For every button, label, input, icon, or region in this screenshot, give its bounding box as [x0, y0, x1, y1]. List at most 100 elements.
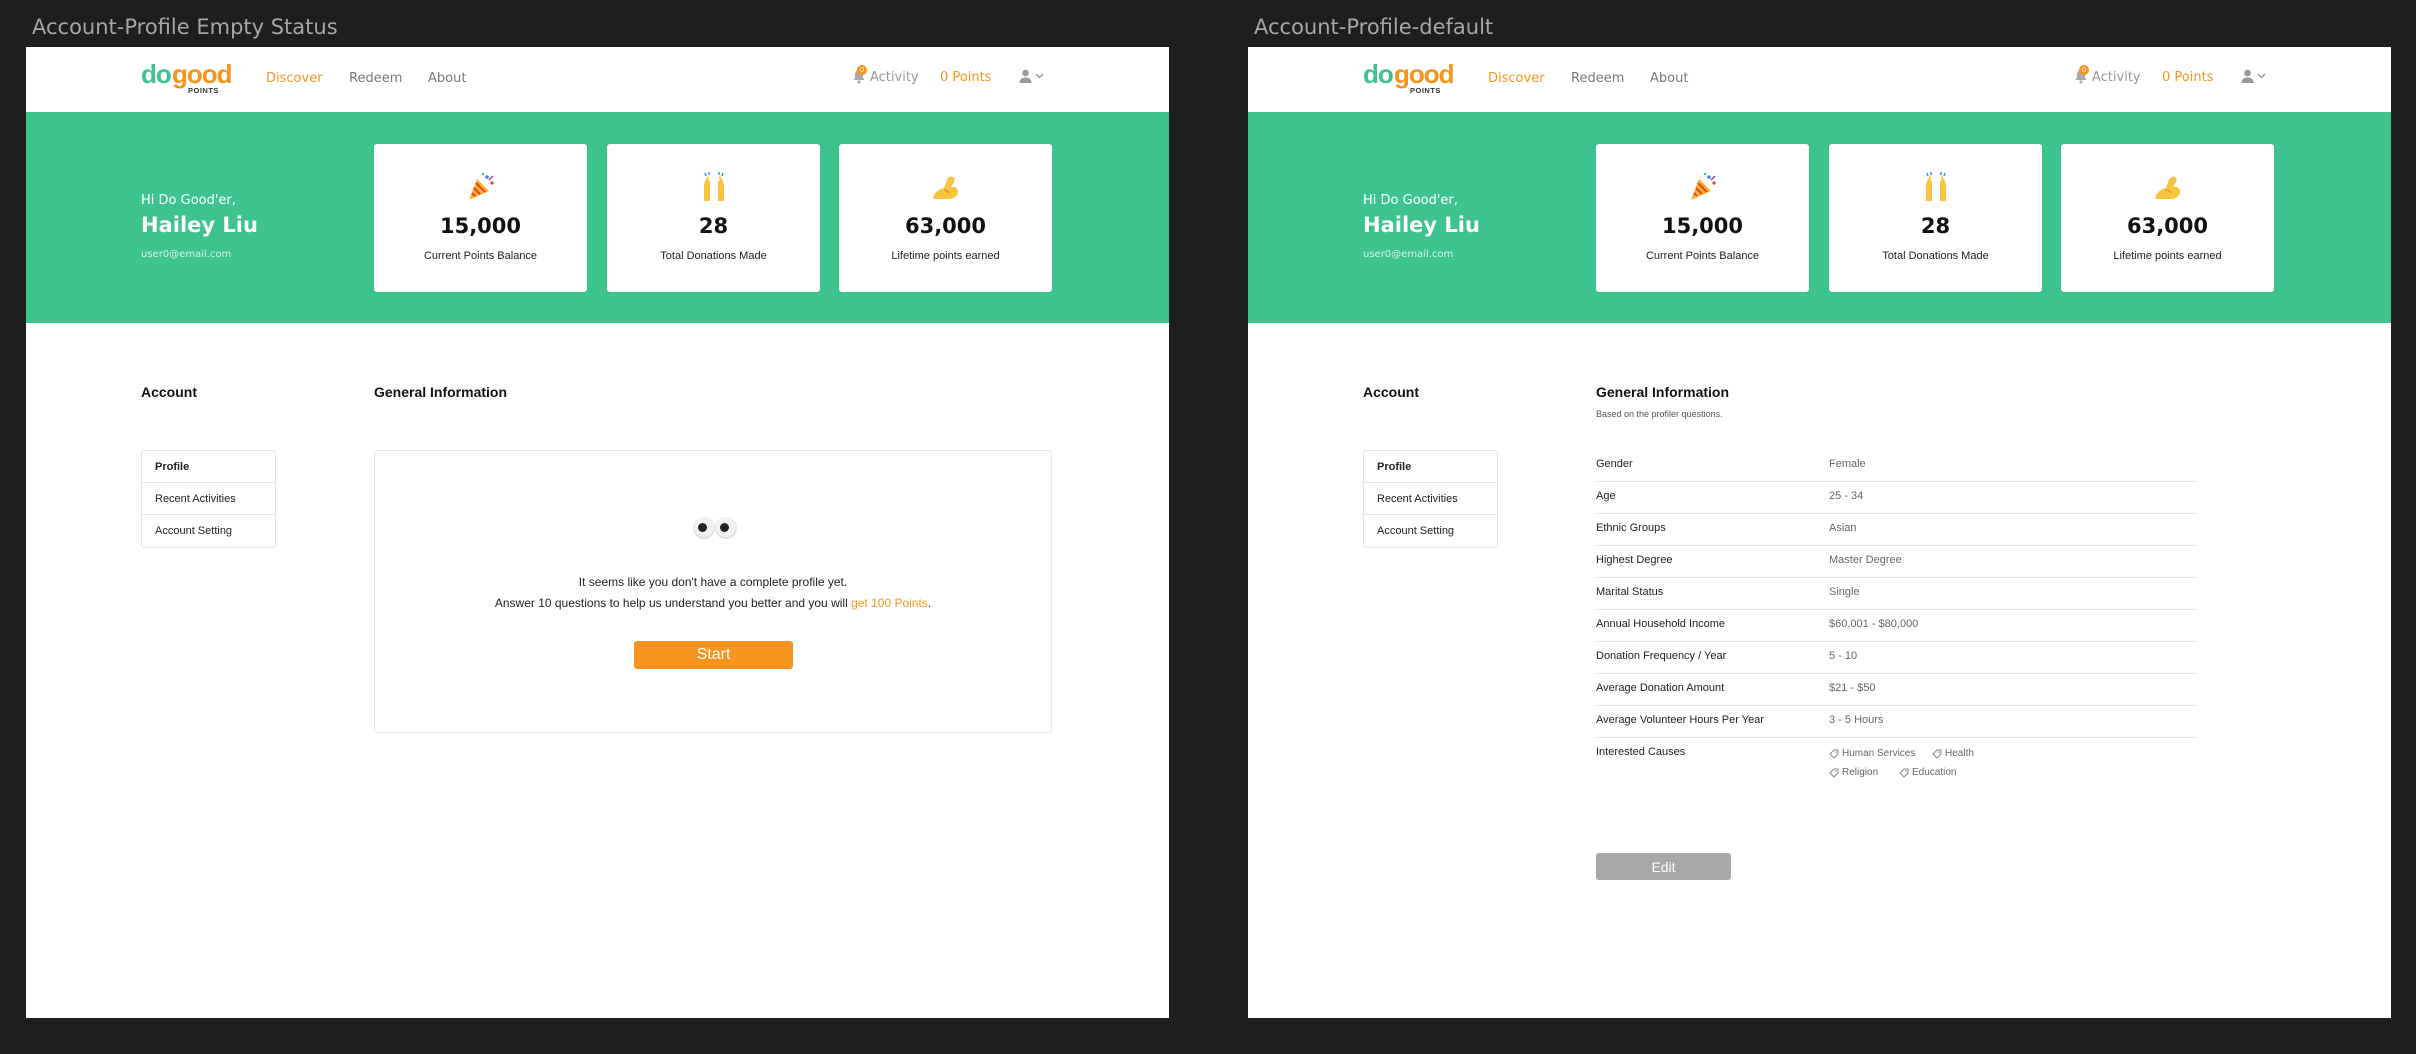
- logo-points: POINTS: [188, 86, 219, 95]
- stat-value: 63,000: [2126, 214, 2209, 238]
- nav-discover[interactable]: Discover: [266, 71, 323, 86]
- chevron-down-icon: [2257, 73, 2266, 79]
- nav-redeem[interactable]: Redeem: [349, 71, 402, 86]
- stat-value: 15,000: [439, 214, 522, 238]
- table-row: Marital Status Single: [1596, 578, 2197, 610]
- hero-banner: Hi Do Good'er, Hailey Liu user0@email.co…: [26, 112, 1169, 323]
- row-value: Female: [1829, 458, 1866, 470]
- nav-activity[interactable]: 0 Activity: [852, 65, 919, 85]
- tag-icon: [1932, 749, 1942, 759]
- row-label: Gender: [1596, 458, 1633, 470]
- general-info-title: General Information: [374, 384, 508, 400]
- table-row-causes: Interested Causes Human Services Health …: [1596, 738, 2197, 788]
- account-menu-recent-activities[interactable]: Recent Activities: [142, 483, 275, 515]
- user-icon: [1019, 69, 1032, 83]
- nav-activity[interactable]: 0 Activity: [2074, 65, 2141, 85]
- row-value: Asian: [1829, 522, 1857, 534]
- tag-icon: [1829, 749, 1839, 759]
- row-value: 25 - 34: [1829, 490, 1864, 502]
- nav-activity-label: Activity: [870, 69, 919, 85]
- account-heading: Account: [141, 384, 197, 400]
- account-menu: Profile Recent Activities Account Settin…: [141, 450, 276, 548]
- logo-do: do: [1363, 59, 1394, 89]
- user-menu[interactable]: [2241, 69, 2266, 83]
- logo-good: good: [1394, 59, 1455, 89]
- nav-discover[interactable]: Discover: [1488, 71, 1545, 86]
- stat-card-donations: 28 Total Donations Made: [1829, 144, 2042, 292]
- top-nav: do good POINTS Discover Redeem About 0 A…: [1248, 47, 2391, 112]
- account-menu-account-setting[interactable]: Account Setting: [142, 515, 275, 547]
- stat-card-lifetime-points: 63,000 Lifetime points earned: [2061, 144, 2274, 292]
- bell-icon: 0: [852, 65, 867, 85]
- row-label: Marital Status: [1596, 586, 1664, 598]
- cause-tag: Health: [1932, 748, 1974, 759]
- do-good-logo[interactable]: do good POINTS: [1363, 59, 1455, 96]
- general-info-subtitle: Based on the profiler questions.: [1596, 409, 1723, 419]
- row-value: $21 - $50: [1829, 682, 1876, 694]
- table-row: Average Donation Amount $21 - $50: [1596, 674, 2197, 706]
- account-menu-profile[interactable]: Profile: [142, 451, 275, 483]
- stat-value: 15,000: [1661, 214, 1744, 238]
- stat-label: Current Points Balance: [423, 250, 538, 262]
- nav-redeem[interactable]: Redeem: [1571, 71, 1624, 86]
- empty-profile-box: It seems like you don't have a complete …: [374, 450, 1052, 733]
- user-email: user0@email.com: [1363, 249, 1454, 260]
- logo-do: do: [141, 59, 172, 89]
- row-value: 3 - 5 Hours: [1829, 714, 1884, 726]
- account-menu-profile[interactable]: Profile: [1364, 451, 1497, 483]
- start-button[interactable]: Start: [634, 641, 793, 669]
- account-menu: Profile Recent Activities Account Settin…: [1363, 450, 1498, 548]
- do-good-logo[interactable]: do good POINTS: [141, 59, 233, 96]
- user-email: user0@email.com: [141, 249, 232, 260]
- row-label: Ethnic Groups: [1596, 522, 1666, 534]
- stat-card-points-balance: 15,000 Current Points Balance: [1596, 144, 1809, 292]
- row-label: Annual Household Income: [1596, 618, 1726, 630]
- user-name: Hailey Liu: [141, 213, 258, 237]
- row-value: Master Degree: [1829, 554, 1902, 566]
- stat-value: 63,000: [904, 214, 987, 238]
- nav-points[interactable]: 0 Points: [2162, 70, 2213, 85]
- activity-badge: 0: [857, 65, 867, 75]
- table-row: Gender Female: [1596, 450, 2197, 482]
- row-label: Average Volunteer Hours Per Year: [1596, 714, 1764, 726]
- stat-card-points-balance: 15,000 Current Points Balance: [374, 144, 587, 292]
- eyes-icon: [693, 517, 737, 539]
- bell-icon: 0: [2074, 65, 2089, 85]
- profile-table: Gender Female Age 25 - 34 Ethnic Groups Asi…: [1596, 450, 2197, 788]
- stat-label: Total Donations Made: [660, 250, 767, 262]
- stat-card-donations: 28 Total Donations Made: [607, 144, 820, 292]
- logo-points: POINTS: [1410, 86, 1441, 95]
- general-info-title: General Information: [1596, 384, 1730, 400]
- user-menu[interactable]: [1019, 69, 1044, 83]
- activity-badge: 0: [2079, 65, 2089, 75]
- row-value: 5 - 10: [1829, 650, 1858, 662]
- row-value: $60,001 - $80,000: [1829, 618, 1919, 630]
- chevron-down-icon: [1035, 73, 1044, 79]
- nav-about[interactable]: About: [428, 71, 466, 86]
- account-menu-recent-activities[interactable]: Recent Activities: [1364, 483, 1497, 515]
- empty-message: It seems like you don't have a complete …: [578, 575, 848, 589]
- empty-prompt: Answer 10 questions to help us understan…: [494, 596, 932, 610]
- table-row: Donation Frequency / Year 5 - 10: [1596, 642, 2197, 674]
- nav-points[interactable]: 0 Points: [940, 70, 991, 85]
- table-row: Highest Degree Master Degree: [1596, 546, 2197, 578]
- flexed-biceps-icon: [839, 171, 1052, 203]
- cause-tag: Human Services: [1829, 748, 1915, 759]
- frame-title-empty: Account-Profile Empty Status: [32, 15, 338, 39]
- edit-button[interactable]: Edit: [1596, 853, 1731, 880]
- account-menu-account-setting[interactable]: Account Setting: [1364, 515, 1497, 547]
- nav-about[interactable]: About: [1650, 71, 1688, 86]
- raised-hands-icon: [607, 171, 820, 203]
- row-label: Highest Degree: [1596, 554, 1673, 566]
- row-value: Single: [1829, 586, 1860, 598]
- tag-icon: [1829, 768, 1839, 778]
- greeting: Hi Do Good'er,: [1363, 193, 1458, 208]
- frame-profile-default: do good POINTS Discover Redeem About 0 A…: [1248, 47, 2391, 1018]
- nav-activity-label: Activity: [2092, 69, 2141, 85]
- stat-label: Total Donations Made: [1882, 250, 1989, 262]
- get-points-link[interactable]: get 100 Points: [851, 596, 928, 610]
- user-icon: [2241, 69, 2254, 83]
- stat-label: Lifetime points earned: [2113, 250, 2222, 262]
- stat-label: Lifetime points earned: [891, 250, 1000, 262]
- cause-tag: Education: [1899, 767, 1956, 778]
